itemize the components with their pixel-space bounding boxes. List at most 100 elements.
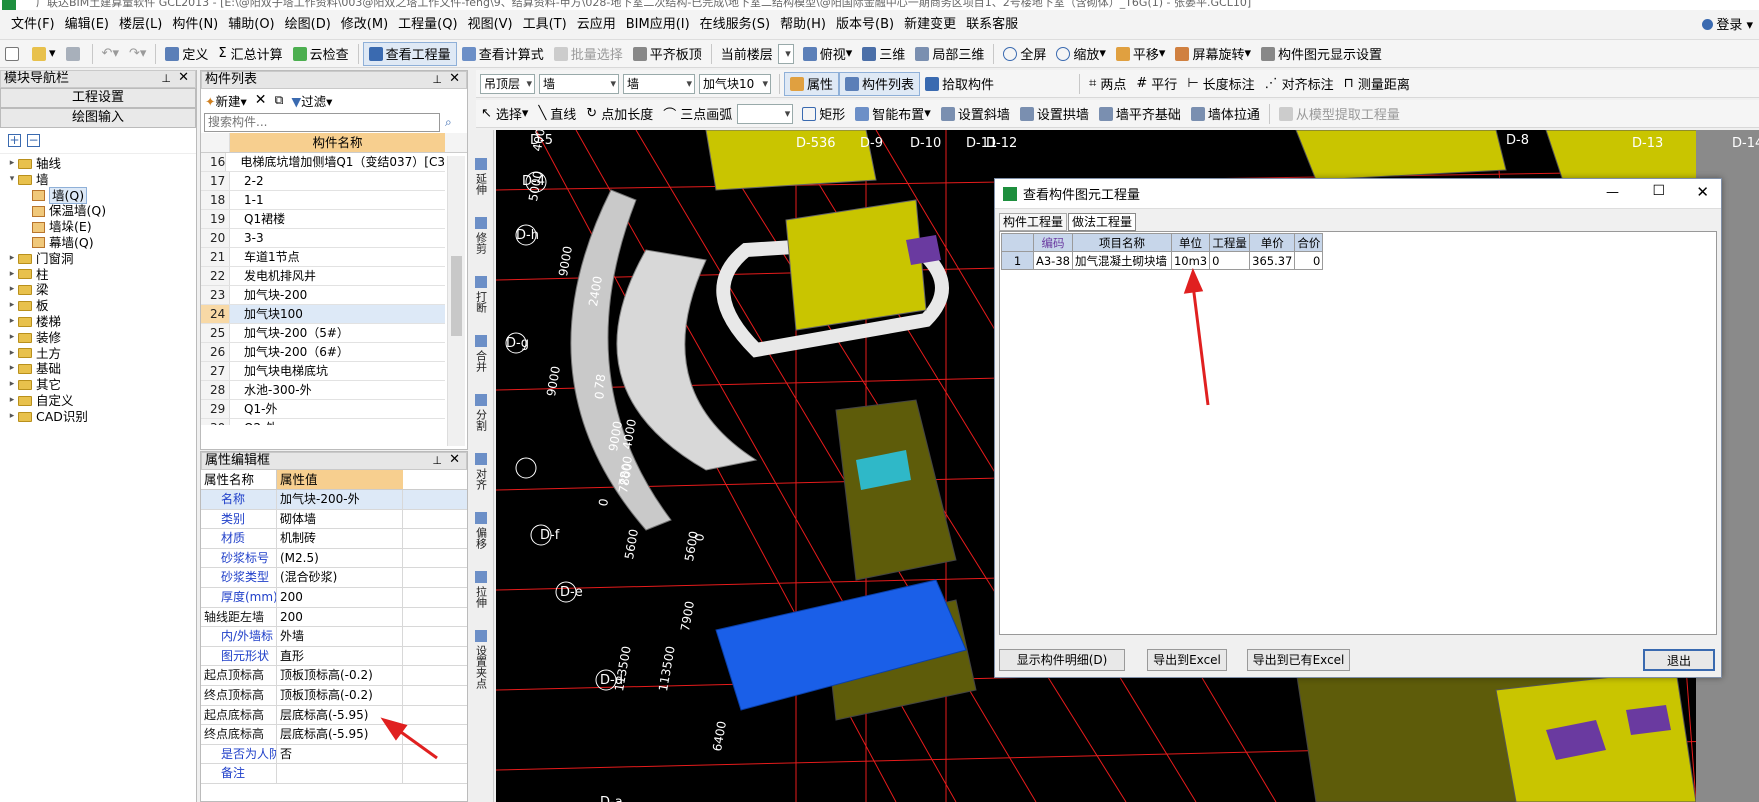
smart-layout-button[interactable]: 智能布置 ▾ <box>850 102 936 126</box>
tab-component-quantity[interactable]: 构件工程量 <box>999 213 1068 231</box>
property-row[interactable]: 备注 <box>201 764 467 784</box>
top-view-button[interactable]: 俯视 ▾ <box>798 42 858 66</box>
parallel-button[interactable]: # 平行 <box>1131 72 1182 96</box>
menu-item-10[interactable]: 云应用 <box>572 11 621 39</box>
open-button[interactable]: ▾ <box>27 42 61 66</box>
expand-icon[interactable]: ▸ <box>6 298 18 314</box>
list-item[interactable]: 20 3-3 <box>201 229 445 248</box>
property-row[interactable]: 图元形状 直形 <box>201 646 467 667</box>
property-row[interactable]: 轴线距左墙 200 <box>201 607 467 628</box>
property-value[interactable]: 机制砖 <box>277 529 403 548</box>
pan-button[interactable]: 平移 ▾ <box>1111 42 1171 66</box>
tree-item[interactable]: ▸ 柱 <box>6 267 196 283</box>
property-value[interactable]: 加气块-200-外 <box>277 490 403 509</box>
side-tool-button[interactable]: 偏移 <box>470 512 492 549</box>
menu-item-3[interactable]: 构件(N) <box>167 11 223 39</box>
list-item[interactable]: 21 车道1节点 <box>201 248 445 267</box>
aligned-dim-button[interactable]: ⋰ 对齐标注 <box>1260 72 1339 96</box>
menu-item-6[interactable]: 修改(M) <box>336 11 393 39</box>
wall-flush-foundation-button[interactable]: 墙平齐基础 <box>1094 102 1186 126</box>
list-item[interactable]: 19 Q1裙楼 <box>201 210 445 229</box>
list-item[interactable]: 28 水池-300-外 <box>201 381 445 400</box>
side-tool-button[interactable]: 拉伸 <box>470 571 492 608</box>
maximize-icon[interactable]: ☐ <box>1652 183 1665 199</box>
property-value[interactable]: 砌体墙 <box>277 509 403 529</box>
tree-item[interactable]: 墙垛(E) <box>6 219 196 235</box>
new-file-button[interactable] <box>0 42 27 66</box>
list-item[interactable]: 25 加气块-200（5#） <box>201 324 445 343</box>
menu-item-8[interactable]: 视图(V) <box>463 11 518 39</box>
slant-wall-button[interactable]: 设置斜墙 <box>936 102 1015 126</box>
menu-item-4[interactable]: 辅助(O) <box>223 11 279 39</box>
expand-all-icon[interactable]: + <box>8 134 21 147</box>
component-combo[interactable]: 加气块10 <box>699 73 771 94</box>
point-length-button[interactable]: ↻ 点加长度 <box>581 102 658 126</box>
property-value[interactable] <box>277 764 403 783</box>
component-list-scrollbar[interactable] <box>447 156 465 446</box>
display-settings-button[interactable]: 构件图元显示设置 <box>1256 42 1387 66</box>
expand-icon[interactable]: ▸ <box>6 282 18 298</box>
view-quantity-button[interactable]: 查看工程量 <box>362 41 457 66</box>
menu-item-12[interactable]: 在线服务(S) <box>695 11 775 39</box>
menu-item-7[interactable]: 工程量(Q) <box>393 11 462 39</box>
show-detail-button[interactable]: 显示构件明细(D) <box>999 649 1125 671</box>
property-row[interactable]: 起点底标高 层底标高(-5.95) <box>201 705 467 726</box>
expand-icon[interactable]: ▸ <box>6 156 18 172</box>
property-row[interactable]: 是否为人防否 <box>201 744 467 765</box>
menu-item-5[interactable]: 绘图(D) <box>280 11 336 39</box>
floor-combo[interactable]: 吊顶层 <box>480 73 535 94</box>
expand-icon[interactable]: ▸ <box>6 314 18 330</box>
property-value[interactable]: 否 <box>277 744 403 764</box>
tree-item[interactable]: ▾ 墙 <box>6 172 196 188</box>
property-row[interactable]: 厚度(mm) 200 <box>201 587 467 608</box>
side-tool-button[interactable]: 合并 <box>470 335 492 372</box>
menu-item-13[interactable]: 帮助(H) <box>775 11 831 39</box>
side-tool-button[interactable]: 打断 <box>470 276 492 313</box>
menu-item-14[interactable]: 版本号(B) <box>831 11 899 39</box>
tree-item[interactable]: ▸ 基础 <box>6 361 196 377</box>
tree-item[interactable]: ▸ 装修 <box>6 330 196 346</box>
menu-item-11[interactable]: BIM应用(I) <box>621 11 695 39</box>
list-item[interactable]: 18 1-1 <box>201 191 445 210</box>
pick-component-button[interactable]: 拾取构件 <box>920 72 999 96</box>
tree-item[interactable]: ▸ 轴线 <box>6 156 196 172</box>
close-icon[interactable]: ✕ <box>178 70 189 86</box>
align-slab-top-button[interactable]: 平齐板顶 <box>628 42 707 66</box>
property-value[interactable]: 200 <box>277 587 403 607</box>
expand-icon[interactable]: ▸ <box>6 361 18 377</box>
summary-calc-button[interactable]: Σ 汇总计算 <box>213 42 287 66</box>
type-combo[interactable]: 墙 <box>539 73 619 94</box>
expand-icon[interactable]: ▸ <box>6 267 18 283</box>
close-icon[interactable]: ✕ <box>449 452 460 468</box>
select-button[interactable]: ↖ 选择 ▾ <box>476 102 533 126</box>
view-formula-button[interactable]: 查看计算式 <box>457 42 549 66</box>
search-icon[interactable]: ⌕ <box>445 115 452 130</box>
expand-icon[interactable]: ▸ <box>6 330 18 346</box>
login-button[interactable]: 登录 ▾ <box>1702 14 1753 33</box>
property-value[interactable]: 外墙 <box>277 627 403 646</box>
project-settings-button[interactable]: 工程设置 <box>0 88 196 108</box>
property-row[interactable]: 砂浆类型 (混合砂浆) <box>201 568 467 588</box>
tree-item[interactable]: ▸ CAD识别 <box>6 409 196 425</box>
pin-icon[interactable]: ⊥ <box>432 72 442 88</box>
menu-item-15[interactable]: 新建变更 <box>899 11 961 39</box>
export-existing-excel-button[interactable]: 导出到已有Excel <box>1247 649 1350 671</box>
collapse-all-icon[interactable]: − <box>27 134 40 147</box>
tree-item[interactable]: ▸ 其它 <box>6 377 196 393</box>
new-component-button[interactable]: ✦新建▾ <box>205 91 247 110</box>
fullscreen-button[interactable]: 全屏 <box>998 42 1051 66</box>
property-value[interactable]: 直形 <box>277 646 403 666</box>
cloud-check-button[interactable]: 云检查 <box>288 42 354 66</box>
menu-item-0[interactable]: 文件(F) <box>6 11 60 39</box>
filter-button[interactable]: ▼过滤▾ <box>291 91 332 110</box>
component-search-input[interactable] <box>204 112 440 132</box>
list-item[interactable]: 26 加气块-200（6#） <box>201 343 445 362</box>
tree-item[interactable]: 幕墙(Q) <box>6 235 196 251</box>
list-item[interactable]: 29 Q1-外 <box>201 400 445 419</box>
tree-item[interactable]: 保温墙(Q) <box>6 203 196 219</box>
define-button[interactable]: 定义 <box>160 42 213 66</box>
side-tool-button[interactable]: 修剪 <box>470 217 492 254</box>
list-item[interactable]: 16 电梯底坑增加侧墙Q1（变结037）[C3 <box>201 153 445 172</box>
list-item[interactable]: 22 发电机排风井 <box>201 267 445 286</box>
tree-item[interactable]: ▸ 楼梯 <box>6 314 196 330</box>
